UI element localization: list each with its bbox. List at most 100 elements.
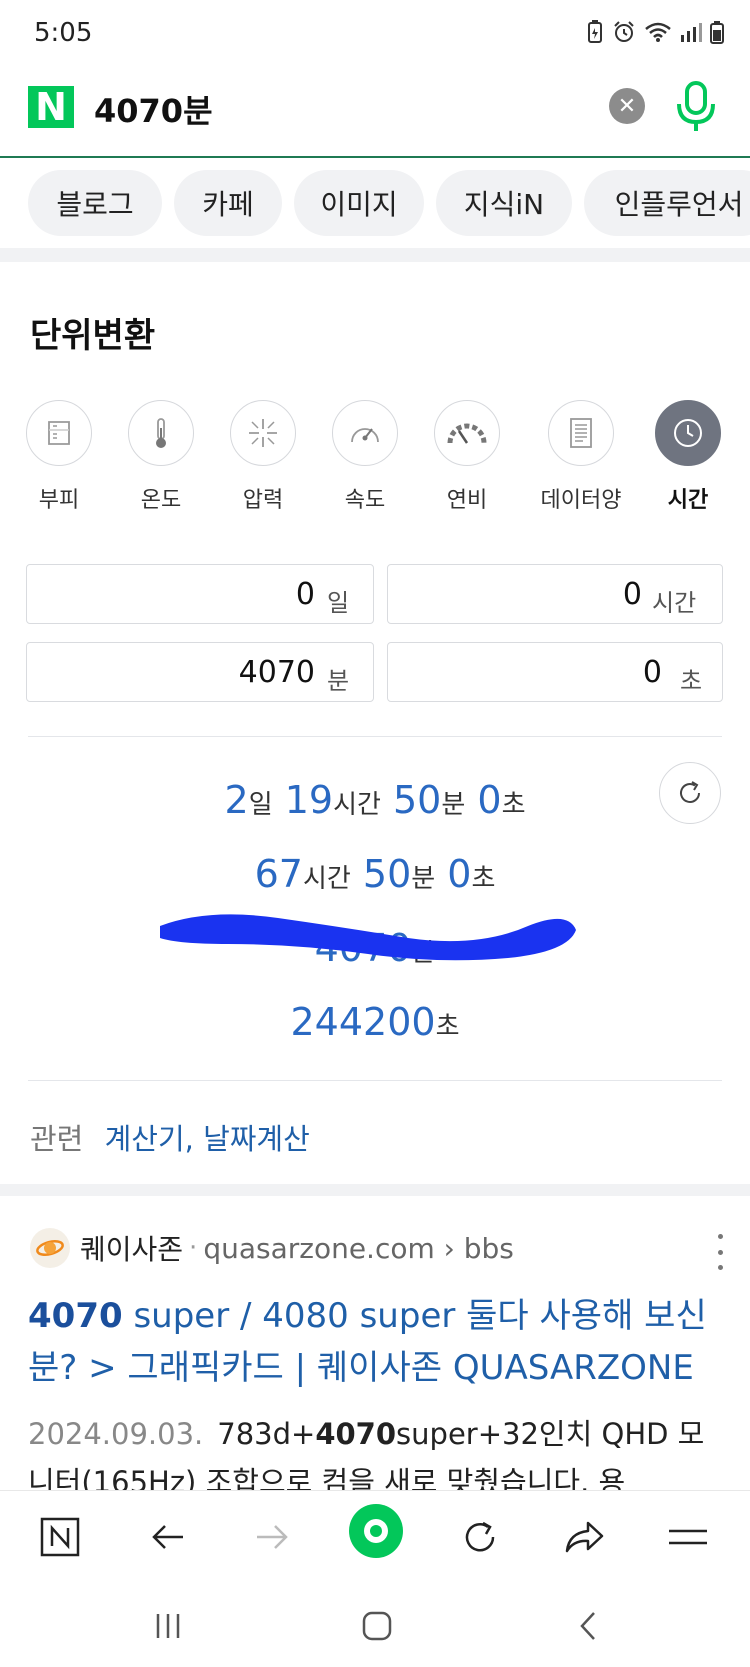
status-icons (586, 20, 724, 44)
minutes-unit: 분 (327, 667, 350, 695)
system-back-button[interactable] (563, 1606, 613, 1646)
tab-image[interactable]: 이미지 (294, 170, 424, 236)
result-unit: 초 (435, 1012, 460, 1042)
result-date: 2024.09.03. (28, 1417, 204, 1451)
microphone-icon[interactable] (674, 80, 718, 134)
category-time[interactable]: 시간 (638, 400, 738, 514)
minutes-input[interactable]: 4070 분 (26, 642, 374, 702)
status-bar: 5:05 (0, 0, 750, 64)
seconds-unit: 초 (680, 667, 703, 695)
reload-button[interactable] (452, 1509, 508, 1565)
category-label: 압력 (242, 488, 284, 513)
search-input[interactable]: 4070분 (94, 86, 213, 132)
document-icon (570, 418, 592, 448)
divider (28, 1080, 722, 1081)
category-speed[interactable]: 속도 (315, 400, 415, 514)
result-unit: 시간 (333, 790, 381, 820)
more-options-icon[interactable] (712, 1234, 728, 1270)
system-nav-bar (0, 1580, 750, 1667)
hours-unit: 시간 (652, 589, 697, 617)
recent-apps-icon (156, 1614, 180, 1638)
result-num: 50 (362, 852, 412, 896)
hours-input[interactable]: 0 시간 (387, 564, 723, 624)
result-dhms: 2일 19시간 50분 0초 (0, 778, 750, 822)
green-dot-icon (349, 1504, 403, 1558)
result-source[interactable]: 퀘이사존 · quasarzone.com › bbs (30, 1226, 514, 1270)
category-temperature[interactable]: 온도 (111, 400, 211, 514)
hours-value[interactable]: 0 (623, 577, 642, 612)
battery-icon (710, 21, 724, 44)
refresh-icon (680, 781, 700, 803)
tab-kin[interactable]: 지식iN (436, 170, 572, 236)
naver-n-icon (40, 1517, 80, 1557)
beaker-icon (48, 421, 70, 445)
category-data-size[interactable]: 데이터양 (531, 400, 631, 514)
tab-blog[interactable]: 블로그 (28, 170, 162, 236)
title-text: super / 4080 super 둘다 사용해 보신 분? > 그래픽카드 … (28, 1296, 707, 1388)
site-logo (30, 1228, 70, 1268)
snippet-highlight: 4070 (315, 1417, 397, 1451)
green-dot-button[interactable] (348, 1503, 404, 1559)
clock-icon (674, 419, 702, 447)
fuel-gauge-icon (447, 423, 487, 444)
converter-title: 단위변환 (30, 316, 156, 356)
redaction-scribble (160, 914, 576, 961)
snippet-text: 783d+ (217, 1417, 316, 1451)
arrow-left-icon (152, 1525, 183, 1549)
hamburger-menu-icon (669, 1529, 707, 1545)
related-link[interactable]: 계산기, 날짜계산 (105, 1122, 310, 1156)
title-highlight: 4070 (28, 1296, 123, 1336)
pressure-icon (249, 419, 277, 447)
home-icon (362, 1611, 392, 1641)
tab-influencer[interactable]: 인플루언서 (584, 170, 750, 236)
related-links: 관련 계산기, 날짜계산 (30, 1116, 310, 1158)
result-unit: 일 (248, 790, 273, 820)
result-num: 19 (284, 778, 334, 822)
category-label: 부피 (38, 488, 80, 513)
signal-icon (681, 23, 702, 42)
result-num: 2 (224, 778, 249, 822)
seconds-input[interactable]: 0 초 (387, 642, 723, 702)
related-label: 관련 (30, 1122, 84, 1156)
share-icon (565, 1521, 604, 1553)
category-volume[interactable]: 부피 (9, 400, 109, 514)
status-time: 5:05 (34, 18, 93, 48)
category-fuel-efficiency[interactable]: 연비 (417, 400, 517, 514)
share-button[interactable] (556, 1509, 612, 1565)
battery-saver-icon (588, 20, 602, 43)
section-separator (0, 248, 750, 262)
reset-button[interactable] (659, 762, 721, 824)
category-label: 시간 (667, 488, 709, 513)
search-tabs: 블로그 카페 이미지 지식iN 인플루언서 (0, 158, 750, 248)
home-button[interactable] (352, 1606, 402, 1646)
speedometer-icon (351, 428, 379, 443)
tab-cafe[interactable]: 카페 (174, 170, 282, 236)
category-label: 온도 (140, 488, 182, 513)
result-unit: 초 (501, 790, 526, 820)
reload-icon (465, 1521, 495, 1552)
separator: · (189, 1233, 198, 1263)
forward-button[interactable] (244, 1509, 300, 1565)
days-input[interactable]: 0 일 (26, 564, 374, 624)
minutes-value[interactable]: 4070 (239, 655, 315, 690)
naver-logo[interactable]: N (28, 86, 74, 128)
result-num: 0 (447, 852, 472, 896)
arrow-right-icon (257, 1525, 288, 1549)
clear-search-button[interactable]: ✕ (609, 88, 645, 124)
days-unit: 일 (327, 589, 350, 617)
recent-apps-button[interactable] (143, 1606, 193, 1646)
section-separator (0, 1184, 750, 1196)
wifi-icon (645, 22, 671, 42)
category-pressure[interactable]: 압력 (213, 400, 313, 514)
naver-home-button[interactable] (32, 1509, 88, 1565)
seconds-value[interactable]: 0 (643, 655, 662, 690)
days-value[interactable]: 0 (296, 577, 315, 612)
category-label: 연비 (446, 488, 488, 513)
category-label: 데이터양 (540, 488, 622, 513)
menu-button[interactable] (660, 1509, 716, 1565)
back-button[interactable] (140, 1509, 196, 1565)
chevron-left-icon (580, 1612, 595, 1640)
quasarzone-logo-icon (36, 1240, 64, 1256)
result-title-link[interactable]: 4070 super / 4080 super 둘다 사용해 보신 분? > 그… (28, 1290, 728, 1394)
site-name: 퀘이사존 (80, 1233, 184, 1266)
